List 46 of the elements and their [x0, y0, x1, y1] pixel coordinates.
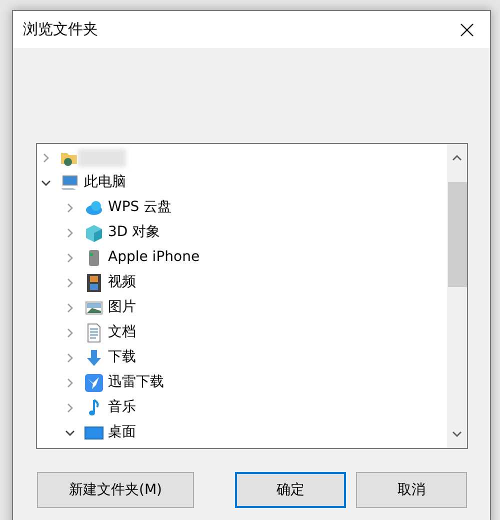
expand-chevron-icon[interactable] — [41, 152, 51, 162]
tree-item[interactable]: 此电脑 — [37, 170, 447, 195]
item-label: Apple iPhone — [108, 248, 200, 267]
item-label: 视频 — [108, 273, 136, 292]
item-label: 此电脑 — [84, 173, 126, 192]
tree-item[interactable]: 文档 — [37, 320, 447, 345]
dialog-button[interactable]: 确定 — [235, 472, 346, 508]
expand-chevron-icon[interactable] — [65, 228, 75, 238]
item-label: 图片 — [108, 298, 136, 317]
dialog-button[interactable]: 取消 — [356, 472, 467, 508]
tree-item[interactable]: 下载 — [37, 345, 447, 370]
tree-item[interactable]: 迅雷下载 — [37, 370, 447, 395]
bird-icon — [84, 372, 104, 392]
expand-chevron-icon[interactable] — [65, 328, 75, 338]
expand-chevron-icon[interactable] — [65, 202, 75, 212]
computer-icon — [60, 172, 80, 192]
item-label: 迅雷下载 — [108, 373, 164, 392]
scrollbar-thumb[interactable] — [448, 182, 466, 287]
tree-item[interactable]: 桌面 — [37, 420, 447, 445]
tree-item[interactable]: WPS 云盘 — [37, 195, 447, 220]
item-label: WPS 云盘 — [108, 198, 172, 217]
expand-chevron-icon[interactable] — [65, 252, 75, 262]
cube-icon — [84, 222, 104, 242]
expand-chevron-icon[interactable] — [65, 278, 75, 288]
expand-chevron-icon[interactable] — [65, 378, 75, 388]
item-label: 3D 对象 — [108, 223, 160, 242]
item-label: 桌面 — [108, 423, 136, 442]
video-icon — [84, 272, 104, 292]
dialog-button[interactable]: 新建文件夹(M) — [37, 472, 194, 508]
tree-item[interactable]: 3D 对象 — [37, 220, 447, 245]
download-icon — [84, 348, 104, 368]
expand-chevron-icon[interactable] — [65, 302, 75, 312]
scrollbar[interactable] — [447, 144, 467, 448]
tree-item[interactable]: 视频 — [37, 270, 447, 295]
item-label: 音乐 — [108, 398, 136, 417]
item-label: 文档 — [108, 323, 136, 342]
close-icon — [460, 22, 474, 36]
tree-item[interactable]: 图片 — [37, 295, 447, 320]
expand-chevron-icon[interactable] — [65, 352, 75, 362]
tree-item[interactable]: 音乐 — [37, 395, 447, 420]
expand-chevron-icon[interactable] — [65, 402, 75, 412]
tree-item[interactable]: Apple iPhone — [37, 245, 447, 270]
window-title: 浏览文件夹 — [23, 19, 98, 40]
collapse-chevron-icon[interactable] — [65, 428, 75, 438]
item-label: 下载 — [108, 348, 136, 367]
collapse-chevron-icon[interactable] — [41, 178, 51, 188]
